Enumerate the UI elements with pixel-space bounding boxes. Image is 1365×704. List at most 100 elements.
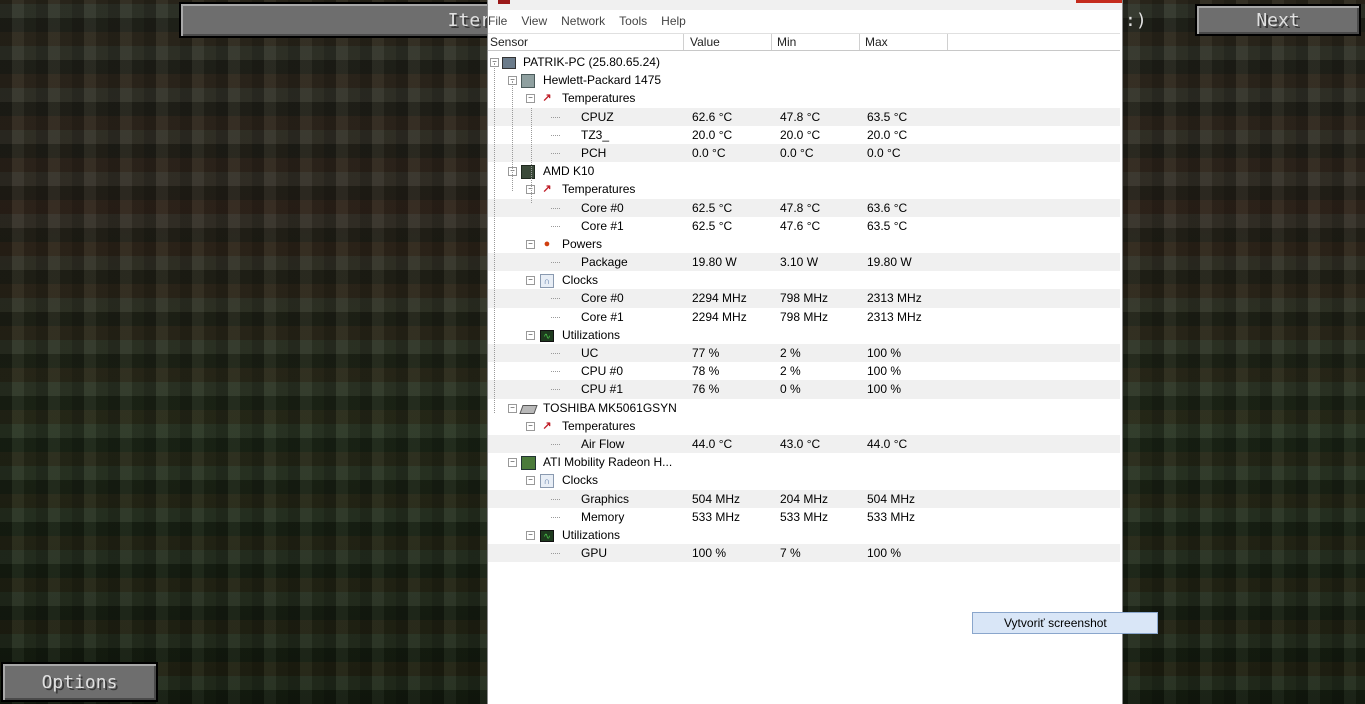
sensor-value: 20.0 °C (692, 127, 733, 142)
collapse-toggle-icon[interactable]: − (526, 239, 535, 249)
collapse-toggle-icon[interactable]: − (508, 458, 517, 468)
sensor-min: 20.0 °C (780, 127, 821, 142)
column-value[interactable]: Value (684, 34, 772, 50)
collapse-toggle-icon[interactable]: − (526, 94, 535, 104)
sensor-value: 0.0 °C (692, 145, 726, 160)
tree-node-row[interactable]: − ATI Mobility Radeon H... (488, 453, 1120, 471)
sensor-min: 47.8 °C (780, 200, 821, 215)
sensor-label: Package (581, 255, 628, 270)
sensor-row[interactable]: Air Flow 44.0 °C 43.0 °C 44.0 °C (488, 434, 1120, 454)
items-button[interactable]: Iter (179, 2, 499, 38)
sensor-row[interactable]: TZ3_ 20.0 °C 20.0 °C 20.0 °C (488, 126, 1120, 144)
next-button[interactable]: Next (1195, 4, 1361, 36)
power-icon: ● (543, 237, 551, 250)
sensor-row[interactable]: CPU #0 78 % 2 % 100 % (488, 362, 1120, 380)
sensor-value: 2294 MHz (692, 309, 747, 324)
context-menu-label: Vytvoriť screenshot (1004, 616, 1107, 630)
tree-node-row[interactable]: − AMD K10 (488, 162, 1120, 180)
tree-connector (551, 152, 560, 154)
column-sensor[interactable]: Sensor (488, 34, 684, 50)
sensor-label: UC (581, 346, 599, 360)
tree-guide-line (531, 108, 532, 203)
tree-node-row[interactable]: − ∩ Clocks (488, 271, 1120, 289)
sensor-max: 0.0 °C (867, 145, 901, 160)
clock-icon: ∩ (540, 474, 554, 489)
sensor-row[interactable]: Memory 533 MHz 533 MHz 533 MHz (488, 508, 1120, 526)
tree-connector (551, 553, 560, 555)
collapse-toggle-icon[interactable]: − (526, 421, 535, 431)
context-menu-item-screenshot[interactable]: Vytvoriť screenshot (972, 612, 1158, 634)
column-min[interactable]: Min (772, 34, 860, 50)
sensor-value: 533 MHz (692, 509, 741, 524)
sensor-min: 0.0 °C (780, 145, 814, 160)
sensor-row[interactable]: CPU #1 76 % 0 % 100 % (488, 380, 1120, 399)
sensor-label: Utilizations (562, 327, 621, 342)
sensor-row[interactable]: UC 77 % 2 % 100 % (488, 344, 1120, 363)
sensor-min: 3.10 W (780, 255, 819, 270)
menu-network[interactable]: Network (561, 14, 611, 28)
collapse-toggle-icon[interactable]: − (526, 476, 535, 486)
tree-node-row[interactable]: − ● Powers (488, 235, 1120, 253)
items-button-label: Iter (447, 9, 491, 31)
tree-node-row[interactable]: − PATRIK-PC (25.80.65.24) (488, 53, 1120, 71)
sensor-label: CPU #0 (581, 364, 624, 379)
column-header: Sensor Value Min Max (488, 33, 1120, 51)
computer-icon (502, 57, 516, 69)
sensor-row[interactable]: PCH 0.0 °C 0.0 °C 0.0 °C (488, 143, 1120, 163)
collapse-toggle-icon[interactable]: − (526, 276, 535, 286)
sensor-max: 2313 MHz (867, 309, 922, 324)
tree-node-row[interactable]: − ∿ Utilizations (488, 326, 1120, 344)
sensor-label: Core #1 (581, 218, 624, 233)
sensor-min: 2 % (780, 346, 801, 360)
sensor-row[interactable]: GPU 100 % 7 % 100 % (488, 544, 1120, 563)
tree-guide-line (494, 63, 495, 413)
tree-connector (551, 371, 560, 373)
sensor-label: PATRIK-PC (25.80.65.24) (523, 55, 660, 69)
sensor-max: 100 % (867, 364, 902, 379)
close-button[interactable] (1076, 0, 1122, 3)
options-button[interactable]: Options (1, 662, 158, 702)
tree-node-row[interactable]: − ↗ Temperatures (488, 180, 1120, 198)
tree-connector (551, 298, 560, 300)
sensor-label: AMD K10 (543, 164, 595, 179)
tree-node-row[interactable]: − TOSHIBA MK5061GSYN (488, 399, 1120, 417)
column-max[interactable]: Max (860, 34, 948, 50)
sensor-label: Clocks (562, 473, 599, 488)
collapse-toggle-icon[interactable]: − (526, 530, 535, 540)
tree-connector (551, 134, 560, 136)
sensor-label: TZ3_ (581, 127, 610, 142)
menu-tools[interactable]: Tools (619, 14, 653, 28)
tree-connector (551, 207, 560, 209)
options-button-label: Options (41, 671, 118, 693)
sensor-max: 44.0 °C (867, 436, 908, 451)
tree-node-row[interactable]: − ↗ Temperatures (488, 417, 1120, 435)
sensor-max: 100 % (867, 546, 902, 561)
sensor-value: 76 % (692, 382, 720, 397)
sensor-max: 20.0 °C (867, 127, 908, 142)
tree-node-row[interactable]: − Hewlett-Packard 1475 (488, 71, 1120, 89)
menu-help[interactable]: Help (661, 14, 692, 28)
sensor-row[interactable]: Package 19.80 W 3.10 W 19.80 W (488, 253, 1120, 272)
sensor-value: 2294 MHz (692, 291, 747, 306)
sensor-label: Utilizations (562, 527, 621, 542)
sensor-max: 63.6 °C (867, 200, 908, 215)
tree-node-row[interactable]: − ↗ Temperatures (488, 89, 1120, 107)
collapse-toggle-icon[interactable]: − (526, 330, 535, 340)
tree-node-row[interactable]: − ∩ Clocks (488, 471, 1120, 489)
background-text-fragment: :) (1125, 10, 1147, 31)
sensor-row[interactable]: Core #0 62.5 °C 47.8 °C 63.6 °C (488, 198, 1120, 217)
sensor-row[interactable]: Core #1 62.5 °C 47.6 °C 63.5 °C (488, 217, 1120, 235)
tree-node-row[interactable]: − ∿ Utilizations (488, 526, 1120, 544)
sensor-row[interactable]: Graphics 504 MHz 204 MHz 504 MHz (488, 489, 1120, 508)
collapse-toggle-icon[interactable]: − (508, 403, 517, 413)
sensor-row[interactable]: Core #1 2294 MHz 798 MHz 2313 MHz (488, 308, 1120, 326)
sensor-tree: − PATRIK-PC (25.80.65.24) − Hewlett-Packard… (488, 53, 1120, 563)
menu-view[interactable]: View (521, 14, 553, 28)
menu-file[interactable]: File (488, 14, 513, 28)
sensor-min: 533 MHz (780, 509, 829, 524)
sensor-row[interactable]: CPUZ 62.6 °C 47.8 °C 63.5 °C (488, 107, 1120, 126)
thermometer-icon: ↗ (542, 183, 552, 196)
sensor-row[interactable]: Core #0 2294 MHz 798 MHz 2313 MHz (488, 289, 1120, 308)
sensor-label: Graphics (581, 491, 630, 506)
sensor-max: 504 MHz (867, 491, 916, 506)
